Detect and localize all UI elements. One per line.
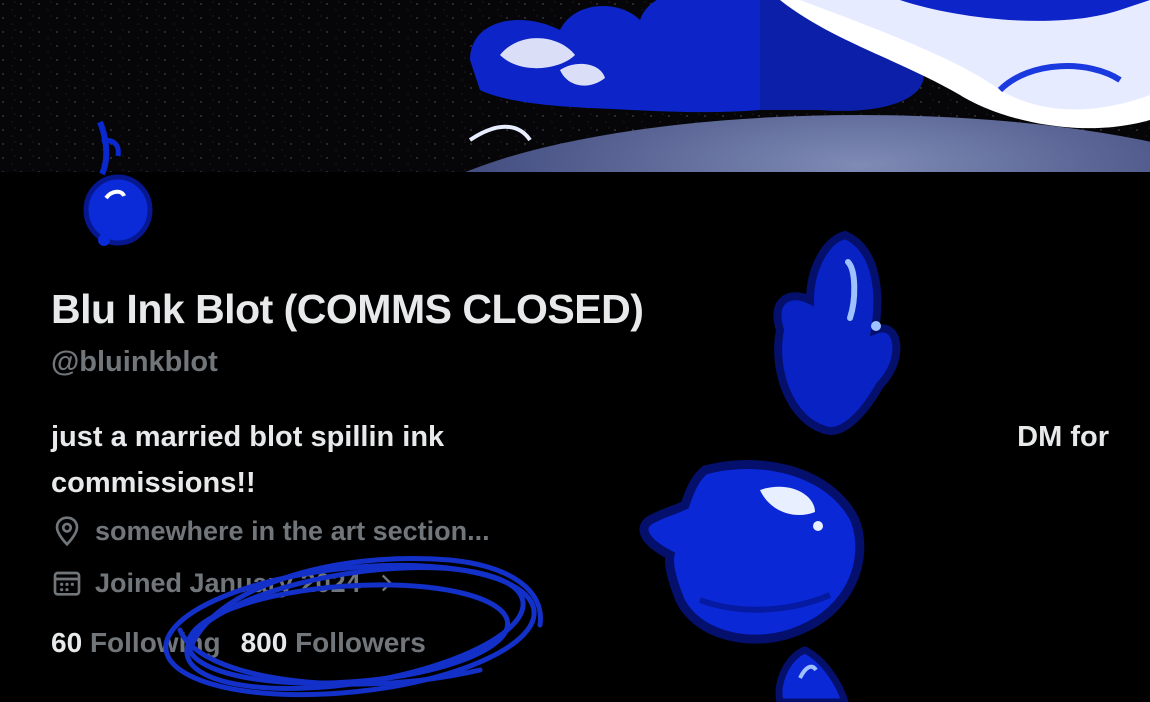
followers-label: Followers [295, 627, 426, 658]
profile-joined-date[interactable]: Joined January 2024 [51, 567, 399, 599]
bio-line-1-right: DM for [1017, 421, 1109, 453]
calendar-icon [53, 571, 81, 596]
chevron-right-icon [381, 574, 392, 592]
display-name: Blu Ink Blot (COMMS CLOSED) [51, 286, 644, 332]
avatar[interactable] [78, 112, 178, 262]
scribble-circle-annotation [163, 555, 543, 698]
following-count: 60 [51, 627, 83, 658]
bio-line-2: commissions!! [51, 467, 256, 499]
bio-line-1-left: just a married blot spillin ink [51, 421, 445, 453]
joined-text: Joined January 2024 [95, 567, 361, 598]
username-handle: @bluinkblot [51, 346, 218, 378]
profile-bio: just a married blot spillin ink DM for c… [51, 414, 1111, 506]
follow-stats: 60 Following 800 Followers [51, 627, 426, 659]
following-link[interactable]: 60 Following [51, 627, 221, 659]
followers-count: 800 [240, 627, 288, 658]
following-label: Following [89, 627, 221, 658]
profile-location: somewhere in the art section... [51, 515, 490, 547]
followers-link[interactable]: 800 Followers [241, 627, 426, 659]
location-text: somewhere in the art section... [95, 515, 490, 546]
location-pin-icon [55, 516, 79, 547]
